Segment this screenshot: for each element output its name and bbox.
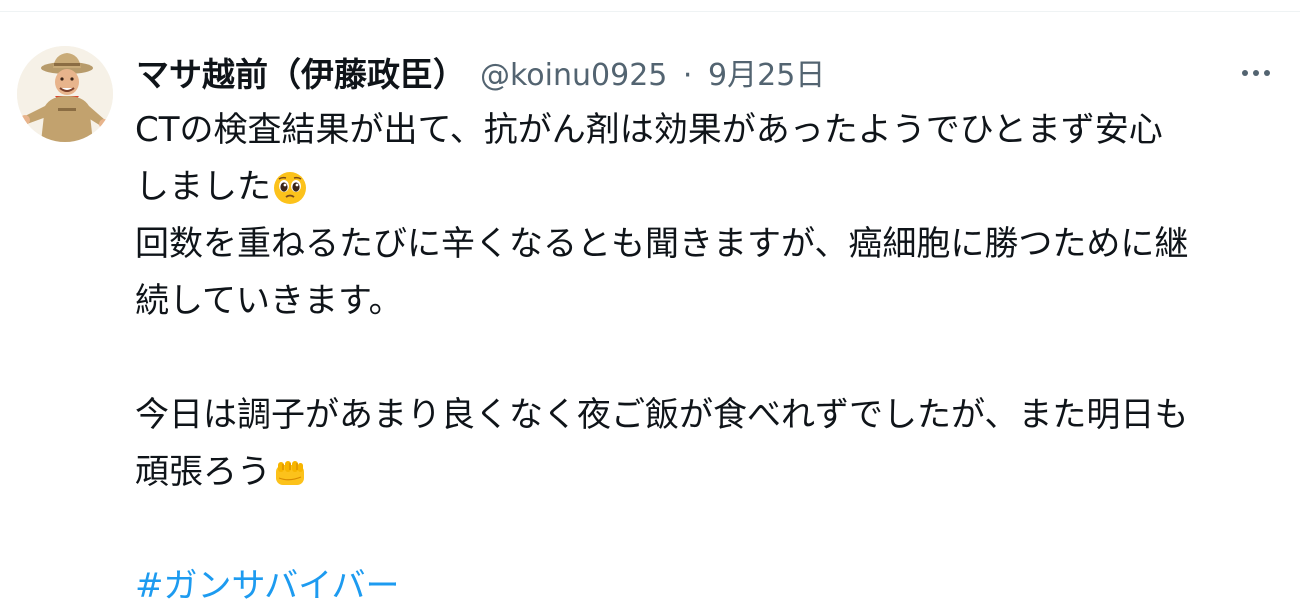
tweet-text-line-4: 続していきます。 xyxy=(135,281,403,321)
author-meta: @koinu0925 · 9月25日 xyxy=(480,50,825,94)
hashtag-link[interactable]: #ガンサバイバー xyxy=(135,558,399,615)
tweet-text-line: 頑張ろう xyxy=(135,444,1285,501)
tweet-text-line: 回数を重ねるたびに辛くなるとも聞きますが、癌細胞に勝つために継 xyxy=(135,216,1285,273)
pleading-face-emoji-icon xyxy=(273,171,307,205)
tweet-text-line-5: 今日は調子があまり良くなく夜ご飯が食べれずでしたが、また明日も xyxy=(135,395,1189,435)
tweet-text-line: しました xyxy=(135,159,1285,216)
more-options-icon xyxy=(1242,70,1248,76)
tweet-text-line: #ガンサバイバー xyxy=(135,558,1285,615)
user-avatar-icon xyxy=(17,46,113,142)
author-display-name[interactable]: マサ越前（伊藤政臣） xyxy=(136,48,466,96)
tweet-text-line: CTの検査結果が出て、抗がん剤は効果があったようでひとまず安心 xyxy=(135,102,1285,159)
author-handle[interactable]: @koinu0925 xyxy=(480,58,667,93)
tweet[interactable]: マサ越前（伊藤政臣） @koinu0925 · 9月25日 CTの検査結果が出て… xyxy=(0,12,1300,606)
meta-separator: · xyxy=(682,58,693,93)
more-options-icon-dot xyxy=(1264,70,1270,76)
more-options-icon-dot xyxy=(1253,70,1259,76)
author-avatar[interactable] xyxy=(17,46,113,142)
tweet-text-line: 続していきます。 xyxy=(135,273,1285,330)
tweet-text-line-6: 頑張ろう xyxy=(135,452,271,492)
tweet-text-line-2: しました xyxy=(135,167,271,207)
more-options-button[interactable] xyxy=(1230,56,1282,90)
tweet-text-line: 今日は調子があまり良くなく夜ご飯が食べれずでしたが、また明日も xyxy=(135,387,1285,444)
tweet-text-line-1: CTの検査結果が出て、抗がん剤は効果があったようでひとまず安心 xyxy=(135,110,1163,150)
tweet-header: マサ越前（伊藤政臣） @koinu0925 · 9月25日 xyxy=(136,50,825,94)
oncoming-fist-emoji-icon xyxy=(273,456,307,490)
tweet-text: CTの検査結果が出て、抗がん剤は効果があったようでひとまず安心 しました 回数を… xyxy=(135,102,1285,615)
tweet-text-line-3: 回数を重ねるたびに辛くなるとも聞きますが、癌細胞に勝つために継 xyxy=(135,224,1189,264)
tweet-date[interactable]: 9月25日 xyxy=(708,58,825,93)
